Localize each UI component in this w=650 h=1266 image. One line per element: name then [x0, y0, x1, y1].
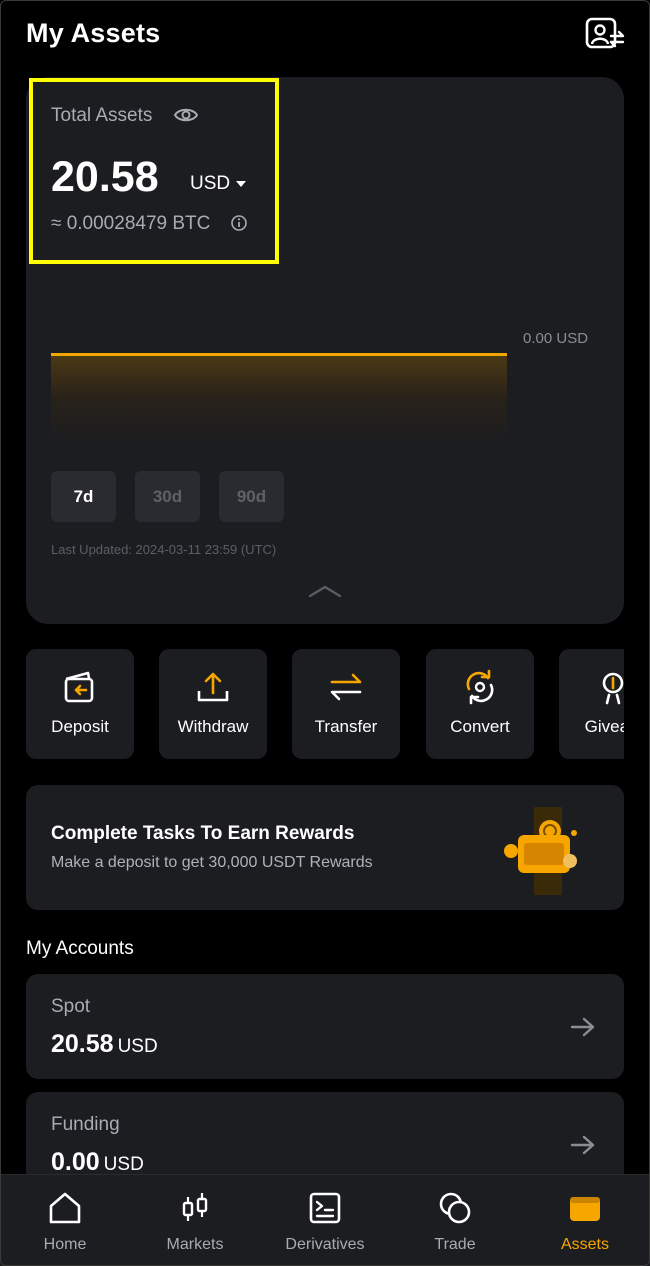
transfer-label: Transfer: [314, 717, 378, 736]
range-tab-7d[interactable]: 7d: [51, 471, 116, 522]
account-amount: 20.58: [51, 1030, 114, 1058]
nav-label: Home: [43, 1236, 87, 1253]
total-assets-amount: 20.58: [51, 153, 159, 201]
total-assets-card: Total Assets 20.58 USD ≈ 0.00028479 BTC …: [26, 77, 624, 624]
arrow-right-icon: [570, 1016, 596, 1038]
account-unit: USD: [117, 1036, 158, 1057]
account-amount: 0.00: [51, 1148, 100, 1176]
bottom-nav: Home Markets Derivatives Trade Assets: [0, 1174, 650, 1266]
candlestick-icon: [178, 1191, 212, 1225]
my-accounts-title: My Accounts: [26, 938, 134, 959]
convert-label: Convert: [450, 717, 510, 736]
header: My Assets: [26, 16, 626, 56]
assets-chart: [51, 297, 511, 457]
transfer-button[interactable]: Transfer: [292, 649, 400, 759]
convert-button[interactable]: Convert: [426, 649, 534, 759]
withdraw-label: Withdraw: [177, 717, 249, 736]
arrow-right-icon: [570, 1134, 596, 1156]
currency-select[interactable]: USD: [190, 173, 247, 195]
giveaway-label: Giveaw: [584, 717, 624, 736]
wallet-icon: [568, 1191, 602, 1225]
chart-value-label: 0.00 USD: [523, 330, 589, 347]
eye-icon[interactable]: [173, 103, 199, 127]
caret-down-icon: [236, 181, 247, 187]
deposit-button[interactable]: Deposit: [26, 649, 134, 759]
nav-label: Trade: [434, 1236, 476, 1253]
derivatives-icon: [308, 1191, 342, 1225]
range-tabs: 7d 30d 90d: [51, 471, 284, 522]
account-unit: USD: [103, 1154, 144, 1175]
giveaway-icon: [595, 669, 624, 705]
wallet-reward-icon: [502, 805, 586, 897]
nav-label: Derivatives: [285, 1236, 365, 1253]
account-name: Spot: [51, 996, 91, 1017]
promo-subtitle: Make a deposit to get 30,000 USDT Reward…: [51, 854, 373, 871]
nav-derivatives[interactable]: Derivatives: [260, 1175, 390, 1266]
nav-markets[interactable]: Markets: [130, 1175, 260, 1266]
deposit-label: Deposit: [51, 717, 109, 736]
page-title: My Assets: [26, 18, 161, 48]
account-value: 0.00 USD: [51, 1148, 144, 1177]
giveaway-button[interactable]: N Giveaw: [559, 649, 624, 759]
home-icon: [48, 1191, 82, 1225]
withdraw-button[interactable]: Withdraw: [159, 649, 267, 759]
nav-label: Assets: [560, 1236, 609, 1253]
last-updated: Last Updated: 2024-03-11 23:59 (UTC): [51, 542, 277, 557]
convert-icon: [462, 669, 498, 705]
transfer-icon: [328, 669, 364, 705]
quick-actions: Deposit Withdraw Transfer Convert Give: [26, 649, 624, 759]
user-switch-icon[interactable]: [584, 16, 626, 52]
account-value: 20.58 USD: [51, 1030, 158, 1059]
chart-area-fill: [51, 353, 507, 445]
nav-label: Markets: [166, 1236, 224, 1253]
nav-trade[interactable]: Trade: [390, 1175, 520, 1266]
currency-label: USD: [190, 173, 231, 194]
withdraw-icon: [195, 669, 231, 705]
range-tab-30d[interactable]: 30d: [135, 471, 200, 522]
account-name: Funding: [51, 1114, 120, 1135]
nav-assets[interactable]: Assets: [520, 1175, 650, 1266]
promo-title: Complete Tasks To Earn Rewards: [51, 823, 355, 844]
btc-equivalent: ≈ 0.00028479 BTC: [51, 213, 211, 234]
rewards-promo-banner[interactable]: Complete Tasks To Earn Rewards Make a de…: [26, 785, 624, 910]
deposit-icon: [62, 669, 98, 705]
range-tab-90d[interactable]: 90d: [219, 471, 284, 522]
nav-home[interactable]: Home: [0, 1175, 130, 1266]
info-icon[interactable]: [230, 214, 248, 232]
chart-line: [51, 353, 507, 356]
total-assets-label: Total Assets: [51, 105, 153, 126]
trade-icon: [438, 1191, 472, 1225]
chevron-up-icon[interactable]: [308, 583, 342, 599]
account-spot[interactable]: Spot 20.58 USD: [26, 974, 624, 1079]
